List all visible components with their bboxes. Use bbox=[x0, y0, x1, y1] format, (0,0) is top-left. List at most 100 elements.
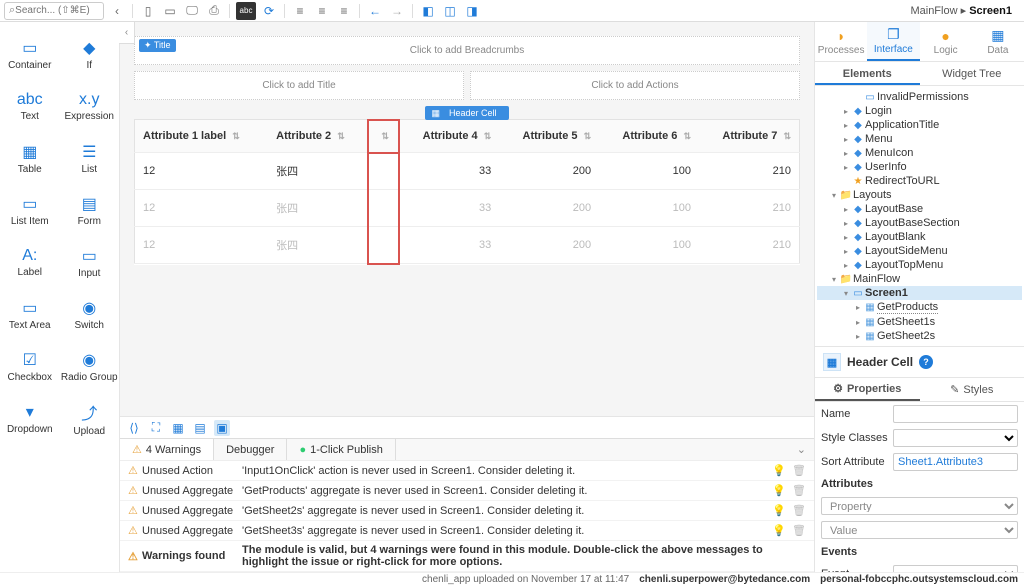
widget-list[interactable]: ☰List bbox=[60, 132, 120, 184]
tree-item-screen1[interactable]: ▾▭Screen1 bbox=[817, 286, 1022, 300]
column-header[interactable]: Attribute 2 ⇅ bbox=[268, 120, 368, 153]
widget-dropdown[interactable]: ▾Dropdown bbox=[0, 392, 60, 444]
attr-value-select[interactable]: Value bbox=[821, 521, 1018, 539]
actions-placeholder[interactable]: Click to add Actions bbox=[470, 71, 800, 100]
tree-item-redirecttourl[interactable]: ★RedirectToURL bbox=[817, 174, 1022, 188]
warning-row[interactable]: ⚠Unused Aggregate'GetSheet2s' aggregate … bbox=[120, 501, 814, 521]
tree-item-userinfo[interactable]: ▸◆UserInfo bbox=[817, 160, 1022, 174]
tree-item-invalidpermissions[interactable]: ▭InvalidPermissions bbox=[817, 90, 1022, 104]
align-left-icon[interactable]: ≡ bbox=[291, 2, 309, 20]
tree-item-getsheet2s[interactable]: ▸▦GetSheet2s bbox=[817, 329, 1022, 343]
widget-input[interactable]: ▭Input bbox=[60, 236, 120, 288]
nav-back-icon[interactable]: ← bbox=[366, 2, 384, 20]
widget-container[interactable]: ▭Container bbox=[0, 28, 60, 80]
breadcrumbs-placeholder[interactable]: ✦ Title Click to add Breadcrumbs bbox=[134, 36, 800, 65]
attr-property-select[interactable]: Property bbox=[821, 497, 1018, 515]
tab-properties[interactable]: ⚙ Properties bbox=[815, 378, 920, 401]
tab-debugger[interactable]: Debugger bbox=[214, 439, 287, 460]
help-icon[interactable]: ? bbox=[919, 355, 933, 369]
column-header[interactable]: Attribute 6 ⇅ bbox=[599, 120, 699, 153]
nav-forward-icon[interactable]: → bbox=[388, 2, 406, 20]
desktop-icon[interactable]: 🖵 bbox=[183, 2, 201, 20]
trash-icon: 🗑 bbox=[792, 504, 806, 517]
tab-publish[interactable]: ●1-Click Publish bbox=[287, 439, 395, 460]
tree-item-layoutblank[interactable]: ▸◆LayoutBlank bbox=[817, 230, 1022, 244]
tree-item-applicationtitle[interactable]: ▸◆ApplicationTitle bbox=[817, 118, 1022, 132]
search-box[interactable]: ⌕ bbox=[4, 2, 104, 20]
tree-item-login[interactable]: ▸◆Login bbox=[817, 104, 1022, 118]
tree-icon: ▦ bbox=[863, 331, 877, 342]
view-widgets-icon[interactable]: ⟨⟩ bbox=[126, 420, 142, 436]
widget-text[interactable]: abcText bbox=[0, 80, 60, 132]
table-row[interactable]: 12张四33200100210 bbox=[135, 153, 800, 190]
warning-row[interactable]: ⚠Unused Aggregate'GetProducts' aggregate… bbox=[120, 481, 814, 501]
back-small-icon[interactable]: ‹ bbox=[108, 2, 126, 20]
tab-processes[interactable]: ◗Processes bbox=[815, 22, 867, 61]
layout-2-icon[interactable]: ◫ bbox=[441, 2, 459, 20]
widget-if[interactable]: ◆If bbox=[60, 28, 120, 80]
prop-name-input[interactable] bbox=[893, 405, 1018, 423]
view-expand-icon[interactable]: ⛶ bbox=[148, 420, 164, 436]
view-list-icon[interactable]: ▤ bbox=[192, 420, 208, 436]
column-header[interactable]: ⇅ bbox=[368, 120, 399, 153]
tree-icon: ◆ bbox=[851, 260, 865, 271]
tree-item-menu[interactable]: ▸◆Menu bbox=[817, 132, 1022, 146]
subtab-widget-tree[interactable]: Widget Tree bbox=[920, 62, 1024, 85]
table-row[interactable]: 12张四33200100210 bbox=[135, 190, 800, 227]
table-row[interactable]: 12张四33200100210 bbox=[135, 227, 800, 264]
widget-upload[interactable]: ⤴Upload bbox=[60, 392, 120, 444]
widget-label[interactable]: A:Label bbox=[0, 236, 60, 288]
prop-styleclasses-select[interactable] bbox=[893, 429, 1018, 447]
widget-text-area[interactable]: ▭Text Area bbox=[0, 288, 60, 340]
widget-form[interactable]: ▤Form bbox=[60, 184, 120, 236]
widget-switch[interactable]: ◉Switch bbox=[60, 288, 120, 340]
prop-sortattr-input[interactable] bbox=[893, 453, 1018, 471]
tree-item-layoutsidemenu[interactable]: ▸◆LayoutSideMenu bbox=[817, 244, 1022, 258]
event-select[interactable] bbox=[893, 565, 1018, 572]
tree-item-getproducts[interactable]: ▸▦GetProducts bbox=[817, 300, 1022, 315]
layout-3-icon[interactable]: ◨ bbox=[463, 2, 481, 20]
view-grid-icon[interactable]: ▦ bbox=[170, 420, 186, 436]
tab-data[interactable]: ▦Data bbox=[972, 22, 1024, 61]
subtab-elements[interactable]: Elements bbox=[815, 62, 920, 85]
warning-row[interactable]: ⚠Unused Aggregate'GetSheet3s' aggregate … bbox=[120, 521, 814, 541]
title-placeholder[interactable]: Click to add Title bbox=[134, 71, 464, 100]
widget-checkbox[interactable]: ☑Checkbox bbox=[0, 340, 60, 392]
widget-icon: ▭ bbox=[22, 194, 37, 214]
data-table[interactable]: Attribute 1 label ⇅Attribute 2 ⇅⇅Attribu… bbox=[134, 119, 800, 265]
tree-item-layouts[interactable]: ▾📁Layouts bbox=[817, 188, 1022, 202]
widget-table[interactable]: ▦Table bbox=[0, 132, 60, 184]
tab-warnings[interactable]: ⚠4 Warnings bbox=[120, 439, 214, 460]
search-input[interactable] bbox=[15, 5, 99, 16]
attributes-section: Attributes bbox=[815, 474, 1024, 494]
tree-item-layoutbase[interactable]: ▸◆LayoutBase bbox=[817, 202, 1022, 216]
tab-styles[interactable]: ✎ Styles bbox=[920, 378, 1024, 401]
collapse-bottom-icon[interactable]: ⌄ bbox=[789, 439, 814, 460]
phone-icon[interactable]: ▯ bbox=[139, 2, 157, 20]
tree-item-layoutbasesection[interactable]: ▸◆LayoutBaseSection bbox=[817, 216, 1022, 230]
column-header[interactable]: Attribute 4 ⇅ bbox=[399, 120, 499, 153]
tablet-icon[interactable]: ▭ bbox=[161, 2, 179, 20]
tree-item-mainflow[interactable]: ▾📁MainFlow bbox=[817, 272, 1022, 286]
tree-item-getsheet1s[interactable]: ▸▦GetSheet1s bbox=[817, 315, 1022, 329]
widget-list-item[interactable]: ▭List Item bbox=[0, 184, 60, 236]
tab-interface[interactable]: ❐Interface bbox=[867, 22, 919, 61]
column-header[interactable]: Attribute 1 label ⇅ bbox=[135, 120, 269, 153]
tree-item-menuicon[interactable]: ▸◆MenuIcon bbox=[817, 146, 1022, 160]
collapse-palette-button[interactable]: ‹ bbox=[119, 22, 135, 44]
code-icon[interactable]: abc bbox=[236, 2, 256, 20]
layout-1-icon[interactable]: ◧ bbox=[419, 2, 437, 20]
tree-item-layouttopmenu[interactable]: ▸◆LayoutTopMenu bbox=[817, 258, 1022, 272]
align-center-icon[interactable]: ≡ bbox=[313, 2, 331, 20]
warning-row[interactable]: ⚠Unused Action'Input1OnClick' action is … bbox=[120, 461, 814, 481]
column-header[interactable]: Attribute 7 ⇅ bbox=[699, 120, 800, 153]
widget-expression[interactable]: x.yExpression bbox=[60, 80, 120, 132]
tab-logic[interactable]: ●Logic bbox=[920, 22, 972, 61]
widget-radio-group[interactable]: ◉Radio Group bbox=[60, 340, 120, 392]
column-header[interactable]: Attribute 5 ⇅ bbox=[499, 120, 599, 153]
view-preview-icon[interactable]: ▣ bbox=[214, 420, 230, 436]
print-icon[interactable]: ⎙ bbox=[205, 2, 223, 20]
elements-tree[interactable]: ▭InvalidPermissions▸◆Login▸◆ApplicationT… bbox=[815, 86, 1024, 346]
align-right-icon[interactable]: ≡ bbox=[335, 2, 353, 20]
refresh-icon[interactable]: ⟳ bbox=[260, 2, 278, 20]
